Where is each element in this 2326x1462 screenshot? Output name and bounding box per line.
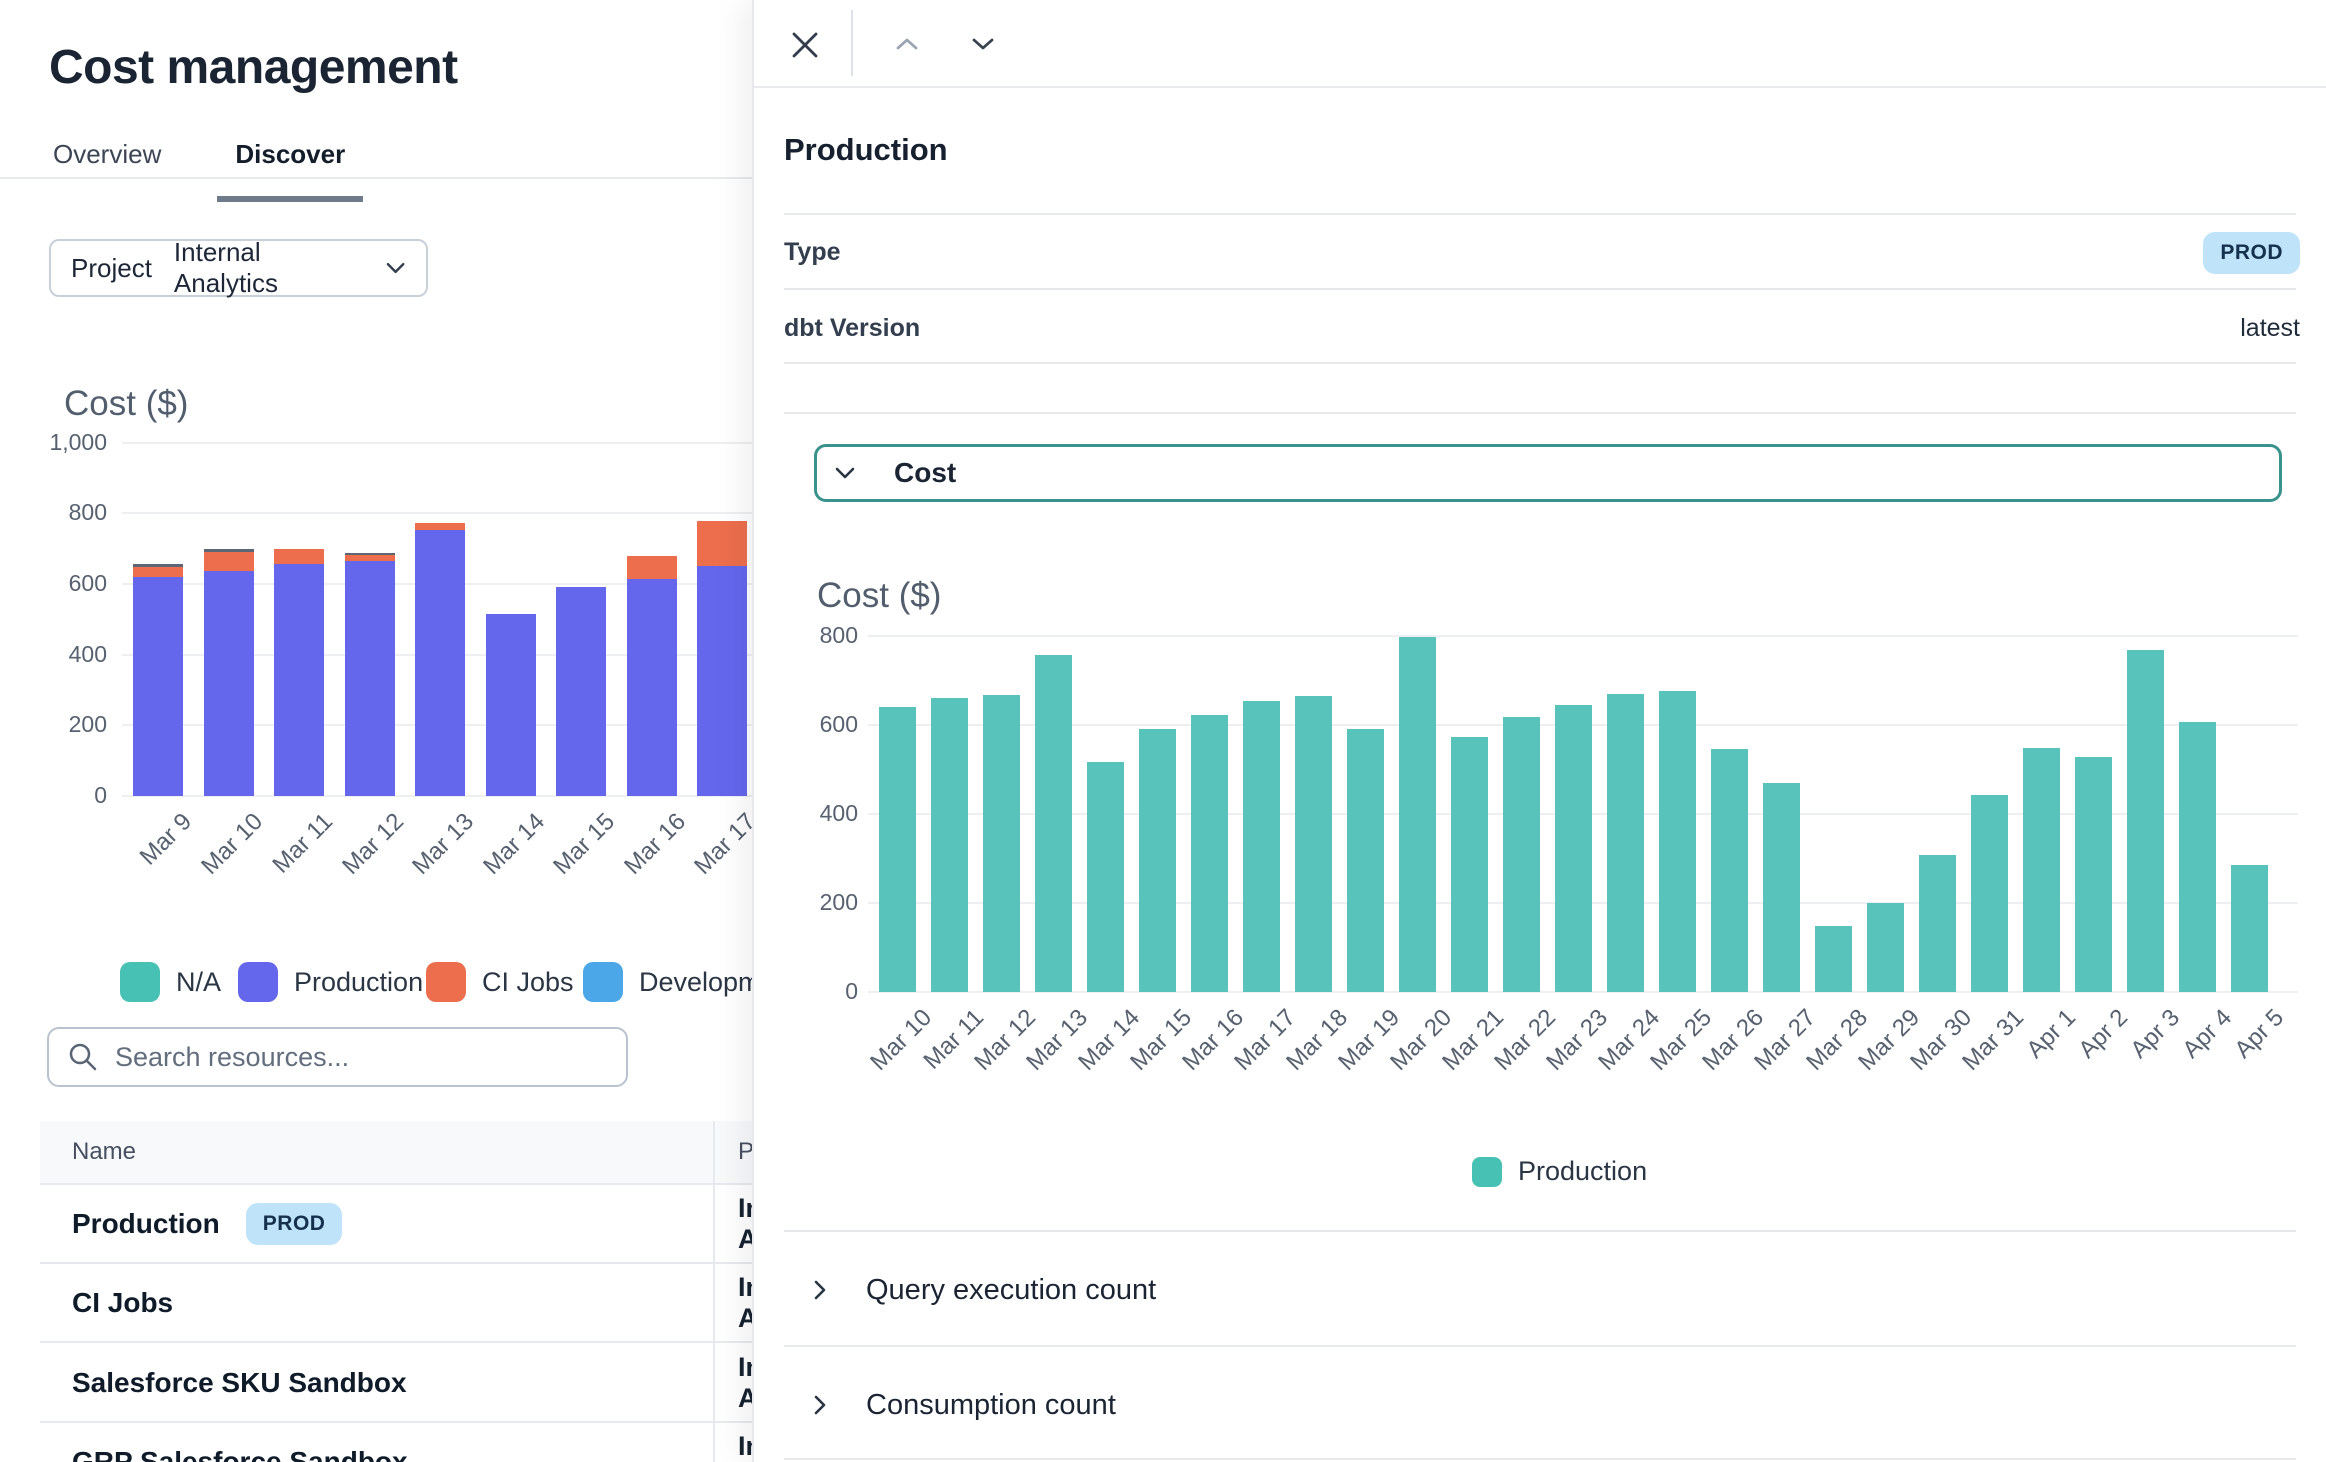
prod-badge: PROD (246, 1203, 343, 1245)
bar-production (1087, 762, 1124, 992)
bar-production (1399, 637, 1436, 992)
legend-label: Development (639, 967, 752, 998)
resource-name: Production (72, 1208, 220, 1240)
table-row[interactable]: CI Jobs Internal Analytics (40, 1264, 752, 1343)
legend-label: Production (294, 967, 423, 998)
bar-production (1867, 903, 1904, 992)
y-tick-label: 800 (752, 622, 858, 649)
bar-production (931, 698, 968, 992)
bar-production (1971, 795, 2008, 992)
table-row[interactable]: Salesforce SKU Sandbox Internal Analytics (40, 1344, 752, 1423)
bar-production (1503, 717, 1540, 992)
resource-project: Internal Analytics (738, 1272, 752, 1334)
bar-production (1451, 737, 1488, 992)
resource-name: Salesforce SKU Sandbox (72, 1367, 407, 1399)
search-box[interactable] (47, 1027, 628, 1087)
table-header-name: Name (72, 1138, 136, 1166)
bar-production (1711, 749, 1748, 992)
table-header: Name Project (40, 1121, 752, 1185)
table-header-project: Project (738, 1138, 752, 1166)
legend-label: CI Jobs (482, 967, 574, 998)
bar-production (1607, 694, 1644, 992)
bar-production (983, 695, 1020, 992)
divider (784, 1230, 2296, 1232)
legend-swatch (583, 962, 623, 1002)
table-row[interactable]: Production PROD Internal Analytics (40, 1185, 752, 1264)
chevron-right-icon (812, 1278, 828, 1302)
divider (784, 1345, 2296, 1347)
bar-production (879, 707, 916, 992)
bar-production (1139, 729, 1176, 992)
bar-production (2075, 757, 2112, 992)
search-input[interactable] (115, 1042, 608, 1073)
bar-production (1347, 729, 1384, 992)
y-tick-label: 400 (752, 800, 858, 827)
bar-production (1191, 715, 1228, 992)
legend-swatch (120, 962, 160, 1002)
resource-project: Internal Analytics (738, 1431, 752, 1462)
bar-production (1555, 705, 1592, 992)
legend-label: Production (1518, 1156, 1647, 1187)
chart-title: Cost ($) (817, 576, 941, 616)
bar-production (2127, 650, 2164, 992)
legend-label: N/A (176, 967, 221, 998)
table-row[interactable]: GRP Salesforce Sandbox Internal Analytics (40, 1423, 752, 1462)
resource-project: Internal Analytics (738, 1193, 752, 1255)
legend-item-development: Development (583, 962, 752, 1002)
legend-swatch (426, 962, 466, 1002)
gridline (868, 635, 2298, 637)
resource-project: Internal Analytics (738, 1352, 752, 1414)
section-query-execution-count[interactable]: Query execution count (784, 1233, 2296, 1347)
section-label: Query execution count (866, 1274, 1156, 1307)
y-tick-label: 600 (752, 711, 858, 738)
bar-production (1659, 691, 1696, 992)
resource-detail-panel: Production Type PROD dbt Version latest … (752, 0, 2326, 1462)
resource-name: GRP Salesforce Sandbox (72, 1446, 408, 1462)
resource-name: CI Jobs (72, 1287, 173, 1319)
cost-management-page: Cost management OverviewDiscover Project… (0, 0, 752, 1462)
bar-production (1815, 926, 1852, 992)
bar-production (2231, 865, 2268, 992)
bar-production (1919, 855, 1956, 992)
bar-production (1035, 655, 1072, 992)
legend-item-production: Production (238, 962, 423, 1002)
table-column-divider (713, 1121, 715, 1462)
legend-item-ci-jobs: CI Jobs (426, 962, 574, 1002)
section-consumption-count[interactable]: Consumption count (784, 1348, 2296, 1462)
bar-production (2179, 722, 2216, 992)
legend-swatch (238, 962, 278, 1002)
section-label: Consumption count (866, 1389, 1116, 1422)
legend-item-n-a: N/A (120, 962, 221, 1002)
bar-production (1243, 701, 1280, 992)
chevron-right-icon (812, 1393, 828, 1417)
y-tick-label: 0 (752, 978, 858, 1005)
divider (784, 1458, 2296, 1460)
legend-swatch-production (1472, 1157, 1502, 1187)
bar-production (2023, 748, 2060, 992)
panel-chart-legend-item: Production (1472, 1156, 1647, 1187)
bar-production (1763, 783, 1800, 992)
bar-production (1295, 696, 1332, 992)
y-tick-label: 200 (752, 889, 858, 916)
search-icon (67, 1041, 99, 1073)
